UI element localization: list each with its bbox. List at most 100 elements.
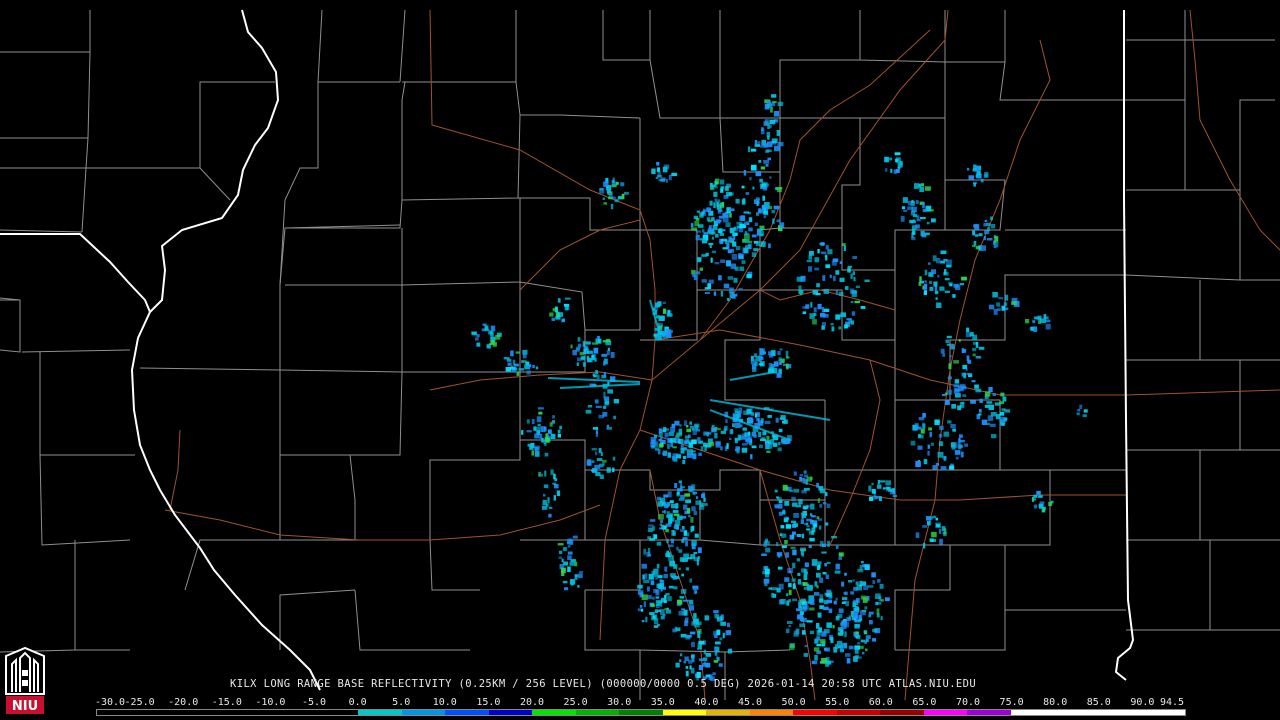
echo-pixel <box>856 636 861 640</box>
echo-pixel <box>992 292 998 298</box>
echo-pixel <box>743 170 747 176</box>
echo-pixel <box>725 222 731 228</box>
echo-pixel <box>863 585 869 590</box>
echo-pixel <box>720 259 726 263</box>
echo-pixel <box>953 360 959 364</box>
echo-pixel <box>864 606 868 610</box>
echo-pixel <box>822 275 826 281</box>
echo-pixel <box>868 611 874 615</box>
echo-pixel <box>984 404 990 408</box>
echo-pixel <box>658 432 663 437</box>
product-caption: KILX LONG RANGE BASE REFLECTIVITY (0.25K… <box>230 678 977 690</box>
echo-pixel <box>690 486 694 491</box>
echo-pixel <box>987 422 990 426</box>
echo-pixel <box>760 166 766 170</box>
echo-pixel <box>942 353 946 357</box>
echo-pixel <box>809 607 815 611</box>
echo-pixel <box>766 183 770 187</box>
echo-pixel <box>583 348 589 354</box>
scale-tick-label: 15.0 <box>476 697 501 708</box>
echo-pixel <box>823 288 829 294</box>
echo-pixel <box>656 541 662 546</box>
echo-pixel <box>824 562 827 567</box>
echo-pixel <box>1045 323 1051 330</box>
echo-pixel <box>803 653 809 657</box>
echo-pixel <box>641 563 647 569</box>
echo-pixel <box>940 466 947 471</box>
echo-pixel <box>808 255 812 260</box>
echo-pixel <box>576 362 579 366</box>
echo-pixel <box>968 175 975 180</box>
echo-pixel <box>720 179 725 185</box>
echo-pixel <box>810 302 813 308</box>
echo-pixel <box>535 366 539 370</box>
echo-pixel <box>679 424 682 427</box>
echo-pixel <box>833 275 836 282</box>
echo-pixel <box>591 460 595 463</box>
echo-pixel <box>976 166 980 172</box>
echo-pixel <box>701 493 705 498</box>
echo-pixel <box>747 146 751 152</box>
echo-pixel <box>907 206 914 210</box>
echo-pixel <box>718 239 722 244</box>
echo-pixel <box>943 431 950 437</box>
echo-pixel <box>828 595 833 599</box>
echo-pixel <box>784 540 788 544</box>
echo-pixel <box>877 480 880 485</box>
echo-pixel <box>804 645 808 648</box>
echo-pixel <box>917 445 923 450</box>
echo-pixel <box>591 448 597 451</box>
echo-pixel <box>772 100 777 104</box>
echo-pixel <box>512 359 516 365</box>
echo-pixel <box>703 649 707 655</box>
echo-pixel <box>548 506 553 509</box>
echo-pixel <box>569 561 575 566</box>
echo-pixel <box>872 638 877 642</box>
echo-pixel <box>798 600 802 604</box>
echo-pixel <box>872 580 876 584</box>
echo-pixel <box>946 264 952 268</box>
echo-pixel <box>726 443 729 449</box>
echo-pixel <box>774 145 780 152</box>
echo-pixel <box>973 182 976 187</box>
echo-pixel <box>507 362 512 366</box>
echo-pixel <box>738 287 743 291</box>
echo-pixel <box>657 623 660 627</box>
echo-pixel <box>972 353 976 357</box>
echo-pixel <box>748 217 753 223</box>
echo-pixel <box>668 174 672 181</box>
echo-pixel <box>992 393 996 396</box>
echo-pixel <box>647 595 652 600</box>
echo-pixel <box>567 551 573 555</box>
echo-pixel <box>872 628 878 633</box>
echo-pixel <box>563 561 568 566</box>
echo-pixel <box>745 192 750 195</box>
echo-pixel <box>789 644 795 650</box>
scale-tick-label: 80.0 <box>1043 697 1068 708</box>
echo-pixel <box>948 282 953 285</box>
echo-pixel <box>648 527 653 533</box>
echo-pixel <box>691 506 696 512</box>
echo-pixel <box>534 445 540 450</box>
echo-pixel <box>603 396 610 401</box>
echo-pixel <box>702 208 706 211</box>
echo-pixel <box>751 234 757 238</box>
echo-pixel <box>666 313 673 317</box>
echo-pixel <box>809 313 815 319</box>
echo-pixel <box>603 405 607 409</box>
echo-pixel <box>538 411 543 415</box>
echo-pixel <box>735 446 740 450</box>
echo-pixel <box>769 354 774 358</box>
echo-pixel <box>786 363 789 370</box>
echo-pixel <box>664 432 669 438</box>
echo-pixel <box>680 447 685 454</box>
echo-pixel <box>793 630 798 634</box>
echo-pixel <box>613 399 620 404</box>
echo-pixel <box>735 413 740 420</box>
echo-pixel <box>963 372 967 379</box>
echo-pixel <box>594 357 597 362</box>
echo-pixel <box>871 489 876 494</box>
echo-pixel <box>646 552 651 557</box>
echo-pixel <box>797 614 803 620</box>
echo-pixel <box>984 219 988 222</box>
